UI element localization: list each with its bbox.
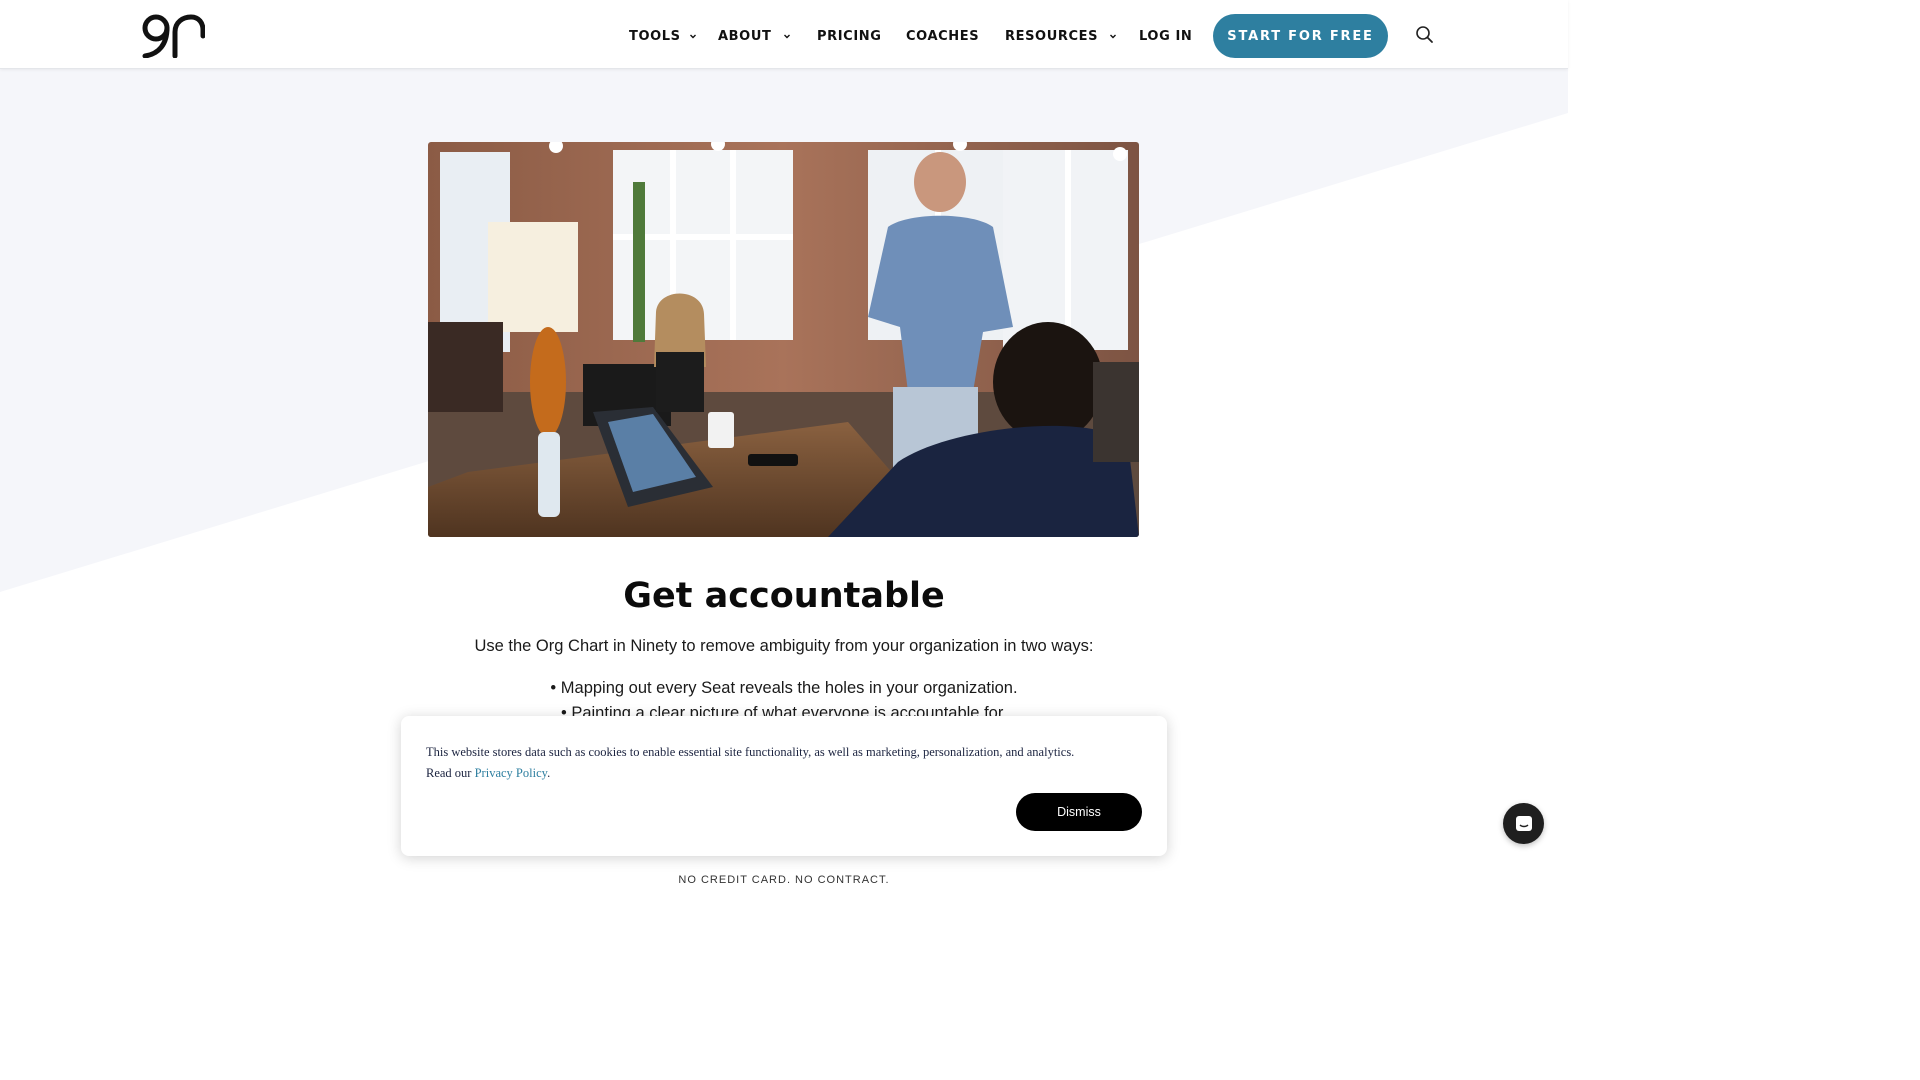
fineprint-text: NO CREDIT CARD. NO CONTRACT. (678, 874, 890, 886)
nav-tools[interactable]: TOOLS (629, 26, 699, 46)
cookie-banner: This website stores data such as cookies… (401, 716, 1167, 856)
nav-coaches[interactable]: COACHES (906, 26, 979, 46)
team-meeting-photo (428, 142, 1139, 537)
intro-paragraph: Use the Org Chart in Ninety to remove am… (474, 637, 1094, 655)
chat-icon (1515, 815, 1532, 831)
chat-widget-button[interactable] (1503, 803, 1544, 844)
site-header: TOOLS ABOUT PRICING COACHES RESOURCES LO… (0, 0, 1568, 69)
cookie-text: This website stores data such as cookies… (426, 745, 1075, 759)
nav-pricing[interactable]: PRICING (817, 26, 882, 46)
search-icon (1416, 26, 1433, 43)
dismiss-button[interactable]: Dismiss (1016, 793, 1142, 831)
hero-photo (428, 142, 1139, 537)
start-for-free-button[interactable]: START FOR FREE (1213, 14, 1388, 58)
bullet-item: • Mapping out every Seat reveals the hol… (550, 679, 1018, 697)
nav-log-in-label: LOG IN (1139, 28, 1193, 44)
nav-tools-label: TOOLS (629, 28, 681, 44)
nav-about[interactable]: ABOUT (718, 26, 793, 46)
search-button[interactable] (1414, 24, 1436, 46)
page-headline: Get accountable (623, 576, 945, 616)
nav-resources[interactable]: RESOURCES (1005, 26, 1119, 46)
nav-about-label: ABOUT (718, 28, 772, 44)
chevron-down-icon (1110, 34, 1117, 39)
ninety-logo-mark (142, 14, 206, 59)
nav-coaches-label: COACHES (906, 28, 980, 44)
nav-resources-label: RESOURCES (1005, 28, 1099, 44)
chevron-down-icon (689, 34, 696, 39)
nav-log-in[interactable]: LOG IN (1139, 26, 1192, 46)
ninety-logo[interactable] (141, 14, 206, 59)
privacy-policy-link[interactable]: Privacy Policy (475, 766, 547, 780)
nav-pricing-label: PRICING (817, 28, 882, 44)
cookie-read-our: Read our (426, 766, 472, 780)
chevron-down-icon (784, 34, 791, 39)
cookie-period: . (547, 766, 551, 780)
cookie-message: This website stores data such as cookies… (426, 742, 1126, 784)
